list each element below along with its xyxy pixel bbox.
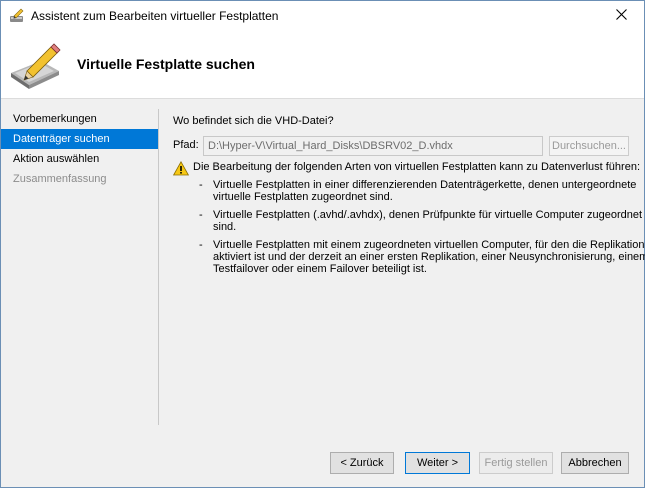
page-title: Virtuelle Festplatte suchen [77,56,255,72]
cancel-button[interactable]: Abbrechen [561,452,629,474]
finish-button: Fertig stellen [479,452,553,474]
bullet-line: virtuelle Festplatten zugeordnet sind. [213,191,393,203]
nav-divider [158,109,159,425]
path-label: Pfad: [173,139,199,151]
nav-item-datentraeger-suchen[interactable]: Datenträger suchen [1,129,159,149]
list-item: - Virtuelle Festplatten in einer differe… [199,179,637,203]
bullet-line: Virtuelle Festplatten mit einem zugeordn… [213,239,645,251]
back-button[interactable]: < Zurück [330,452,394,474]
disk-edit-icon [9,8,25,24]
window-title: Assistent zum Bearbeiten virtueller Fest… [31,9,279,23]
warning-text: Die Bearbeitung der folgenden Arten von … [193,161,640,173]
close-icon [615,9,627,23]
bullet-line: aktiviert ist und der derzeit an einer e… [213,251,645,263]
question-label: Wo befindet sich die VHD-Datei? [173,115,334,127]
warning-icon [172,160,190,176]
warning-bullet-list: - Virtuelle Festplatten in einer differe… [199,179,645,281]
bullet-line: Testfailover oder einem Failover beteili… [213,263,427,275]
wizard-steps-nav: Vorbemerkungen Datenträger suchen Aktion… [1,109,159,189]
list-item: - Virtuelle Festplatten mit einem zugeor… [199,239,645,275]
list-item: - Virtuelle Festplatten (.avhd/.avhdx), … [199,209,643,233]
browse-button: Durchsuchen... [549,136,629,156]
disk-pencil-icon [7,41,63,91]
nav-item-vorbemerkungen[interactable]: Vorbemerkungen [1,109,159,129]
bullet-line: sind. [213,221,237,233]
wizard-window: Assistent zum Bearbeiten virtueller Fest… [0,0,645,488]
wizard-header: Virtuelle Festplatte suchen [1,31,644,99]
nav-item-aktion-auswaehlen[interactable]: Aktion auswählen [1,149,159,169]
title-bar: Assistent zum Bearbeiten virtueller Fest… [1,1,644,31]
next-button[interactable]: Weiter > [405,452,470,474]
nav-item-zusammenfassung: Zusammenfassung [13,173,107,185]
path-input: D:\Hyper-V\Virtual_Hard_Disks\DBSRV02_D.… [203,136,543,156]
bullet-line: Virtuelle Festplatten (.avhd/.avhdx), de… [213,209,643,221]
close-button[interactable] [598,1,644,31]
bullet-line: Virtuelle Festplatten in einer differenz… [213,179,637,191]
